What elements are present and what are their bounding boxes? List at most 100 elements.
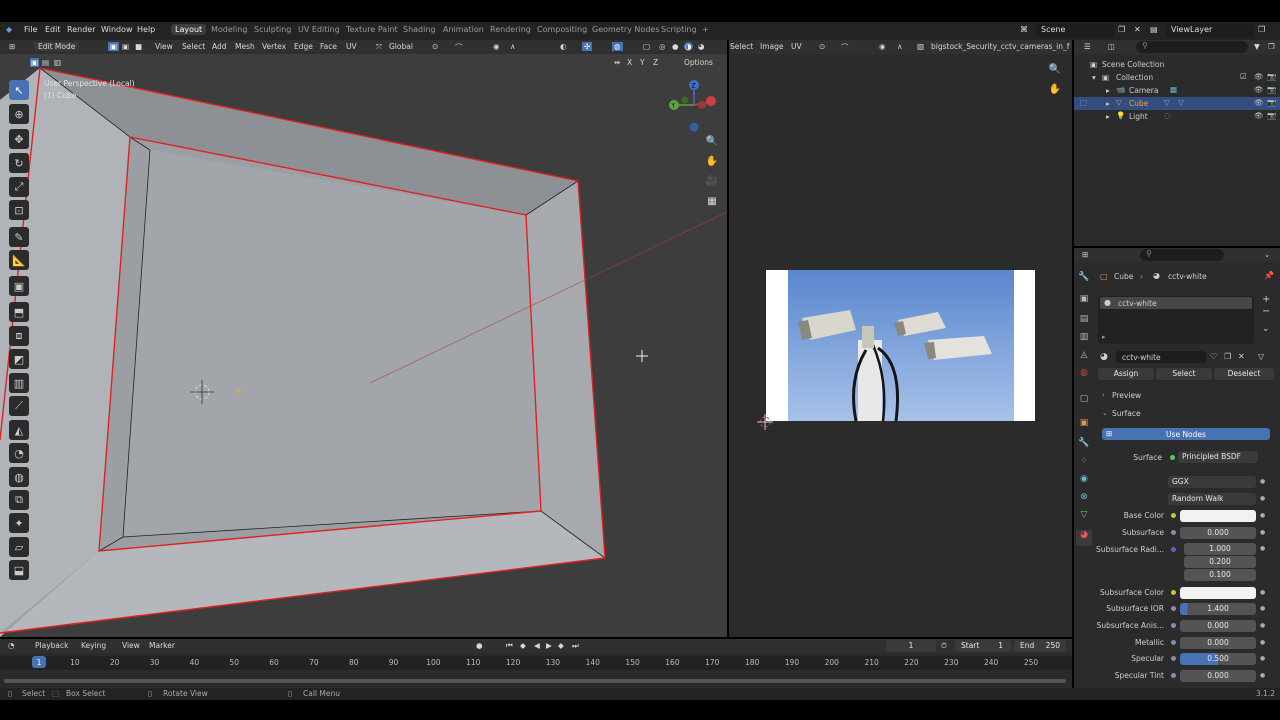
menu-face[interactable]: Face xyxy=(320,42,337,51)
edit-mode-icon[interactable]: ⬚ xyxy=(1080,98,1087,107)
visibility-icon[interactable]: ◐ xyxy=(560,42,567,51)
properties-editor-icon[interactable]: ⊞ xyxy=(1082,250,1088,259)
select-button[interactable]: Select xyxy=(1156,368,1212,380)
timeline[interactable]: ◔ Playback Keying View Marker ● ⏮ ◆ ◀ ▶ … xyxy=(0,639,1072,688)
exclude-checkbox[interactable]: ☑ xyxy=(1240,72,1247,81)
menu-edge[interactable]: Edge xyxy=(294,42,313,51)
rip-region-tool-icon[interactable]: ⬓ xyxy=(9,560,29,580)
keyframe-dot-icon[interactable]: ● xyxy=(1260,605,1265,612)
tab-scripting[interactable]: Scripting xyxy=(661,25,697,34)
mode-selector[interactable]: Edit Mode xyxy=(34,42,80,51)
preview-range-icon[interactable]: ⏱ xyxy=(941,641,947,651)
blender-logo-icon[interactable]: ◆ xyxy=(6,25,12,34)
rotate-tool-icon[interactable]: ↻ xyxy=(9,153,29,173)
face-select-icon[interactable]: ■ xyxy=(135,42,142,51)
menu-vertex[interactable]: Vertex xyxy=(262,42,286,51)
smooth-tool-icon[interactable]: ◍ xyxy=(9,467,29,487)
gizmo-toggle-icon[interactable]: ✣ xyxy=(582,42,593,51)
edge-slide-tool-icon[interactable]: ⧉ xyxy=(9,490,29,510)
display-mode-icon[interactable]: ◫ xyxy=(1108,42,1115,51)
jump-keyframe-back-icon[interactable]: ◆ xyxy=(520,641,526,650)
eye-icon[interactable]: 👁 xyxy=(1254,98,1264,107)
outliner-row-cube[interactable]: ⬚ ▸ ▽ Cube ▽ ▽ 👁 📷 xyxy=(1074,97,1280,110)
object-tab-icon[interactable]: ▣ xyxy=(1076,418,1092,434)
ortho-grid-icon[interactable]: ▦ xyxy=(704,196,720,212)
filter-icon[interactable]: ▼ xyxy=(1254,42,1260,51)
link-mode-icon[interactable]: ▽ xyxy=(1258,352,1264,361)
outliner[interactable]: ☰ ◫ ⚲ ▼ ❐ ▣ Scene Collection ▾ ▣ Collect… xyxy=(1074,40,1280,246)
menu-uv[interactable]: UV xyxy=(346,42,357,51)
move-tool-icon[interactable]: ✥ xyxy=(9,129,29,149)
mesh-canvas[interactable] xyxy=(0,40,727,637)
image-canvas[interactable] xyxy=(766,270,1035,421)
orientation-selector[interactable]: Global xyxy=(389,42,413,51)
base-color-swatch[interactable] xyxy=(1180,510,1256,522)
keyframe-dot-icon[interactable]: ● xyxy=(1260,639,1265,646)
start-frame-field[interactable]: Start 1 xyxy=(955,640,1011,652)
camera-view-icon[interactable]: 🎥 xyxy=(704,176,720,192)
pan-hand-icon[interactable]: ✋ xyxy=(704,156,720,172)
navigation-gizmo[interactable]: Z Y xyxy=(664,78,724,134)
menu-marker[interactable]: Marker xyxy=(149,641,175,650)
current-frame-field[interactable]: 1 xyxy=(886,640,936,652)
timeline-scrollbar[interactable] xyxy=(4,679,1066,683)
snap-icon[interactable]: ⌒ xyxy=(455,42,463,53)
eye-icon[interactable]: 👁 xyxy=(1254,85,1264,94)
slot-specials-icon[interactable]: ⌄ xyxy=(1262,324,1270,334)
falloff-image-icon[interactable]: ∧ xyxy=(897,42,903,51)
loop-cut-tool-icon[interactable]: ▥ xyxy=(9,373,29,393)
outliner-row-camera[interactable]: ▸ 📹 Camera ▩ 👁 📷 xyxy=(1074,84,1280,97)
menu-window[interactable]: Window xyxy=(101,25,133,34)
use-nodes-button[interactable]: ⊞ Use Nodes xyxy=(1102,428,1270,440)
new-collection-icon[interactable]: ❐ xyxy=(1268,42,1275,51)
jump-end-icon[interactable]: ⏭ xyxy=(572,641,579,651)
menu-view[interactable]: View xyxy=(155,42,173,51)
add-workspace-button[interactable]: + xyxy=(702,25,709,34)
keyframe-dot-icon[interactable]: ● xyxy=(1260,672,1265,679)
solid-shading-icon[interactable]: ● xyxy=(672,42,679,51)
assign-button[interactable]: Assign xyxy=(1098,368,1154,380)
tool-tab-icon[interactable]: 🔧 xyxy=(1076,272,1092,288)
properties-editor[interactable]: ⊞ ⚲ ⌄ 🔧 ▣ ▤ ▥ ◬ ◍ ▢ ▣ 🔧 ⁘ ◉ ⊗ ▽ ◕ ▢ Cube… xyxy=(1074,248,1280,688)
jump-keyframe-forward-icon[interactable]: ◆ xyxy=(558,641,564,650)
material-name-field[interactable]: cctv-white xyxy=(1116,351,1206,363)
menu-file[interactable]: File xyxy=(24,25,37,34)
camera-render-icon[interactable]: 📷 xyxy=(1267,85,1276,94)
modifier-tab-icon[interactable]: 🔧 xyxy=(1076,438,1092,454)
expand-icon[interactable]: ▸ xyxy=(1106,112,1110,121)
keyframe-dot-icon[interactable]: ● xyxy=(1260,655,1265,662)
properties-search-input[interactable]: ⚲ xyxy=(1140,249,1224,261)
xray-icon[interactable]: ▢ xyxy=(643,42,650,51)
outliner-row-light[interactable]: ▸ 💡 Light ◌ 👁 📷 xyxy=(1074,110,1280,123)
constraints-tab-icon[interactable]: ⊗ xyxy=(1076,492,1092,508)
poly-build-tool-icon[interactable]: ◭ xyxy=(9,420,29,440)
subsurface-radius-y-field[interactable]: 0.200 xyxy=(1184,556,1256,568)
play-icon[interactable]: ▶ xyxy=(546,641,552,650)
menu-edit[interactable]: Edit xyxy=(45,25,61,34)
extrude-tool-icon[interactable]: ⬒ xyxy=(9,302,29,322)
spin-tool-icon[interactable]: ◔ xyxy=(9,443,29,463)
distribution-dropdown[interactable]: GGX xyxy=(1168,476,1256,488)
duplicate-material-icon[interactable]: ❐ xyxy=(1224,352,1231,361)
menu-uv-image[interactable]: UV xyxy=(791,42,802,51)
zoom-icon[interactable]: 🔍 xyxy=(704,136,720,152)
cursor-tool-icon[interactable]: ⊕ xyxy=(9,104,29,124)
mirror-icon[interactable]: ⇹ xyxy=(614,58,620,67)
vertex-select-icon[interactable]: ▣ xyxy=(108,42,120,51)
keyframe-dot-icon[interactable]: ● xyxy=(1260,545,1265,552)
transform-tool-icon[interactable]: ⊡ xyxy=(9,200,29,220)
rendered-shading-icon[interactable]: ◕ xyxy=(698,42,705,51)
image-name-field[interactable]: bigstock_Security_cctv_cameras_in_fr xyxy=(931,42,1070,51)
menu-select[interactable]: Select xyxy=(182,42,205,51)
subsurface-method-dropdown[interactable]: Random Walk xyxy=(1168,493,1256,505)
tab-sculpting[interactable]: Sculpting xyxy=(254,25,291,34)
tab-shading[interactable]: Shading xyxy=(403,25,436,34)
keyframe-dot-icon[interactable]: ● xyxy=(1260,478,1265,485)
world-tab-icon[interactable]: ◍ xyxy=(1076,368,1092,384)
subtract-selection-icon[interactable]: ▥ xyxy=(54,58,61,67)
outliner-editor-icon[interactable]: ☰ xyxy=(1084,42,1091,51)
pivot-icon[interactable]: ⊙ xyxy=(432,42,438,51)
add-cube-tool-icon[interactable]: ▣ xyxy=(9,276,29,296)
menu-help[interactable]: Help xyxy=(137,25,155,34)
menu-mesh[interactable]: Mesh xyxy=(235,42,255,51)
